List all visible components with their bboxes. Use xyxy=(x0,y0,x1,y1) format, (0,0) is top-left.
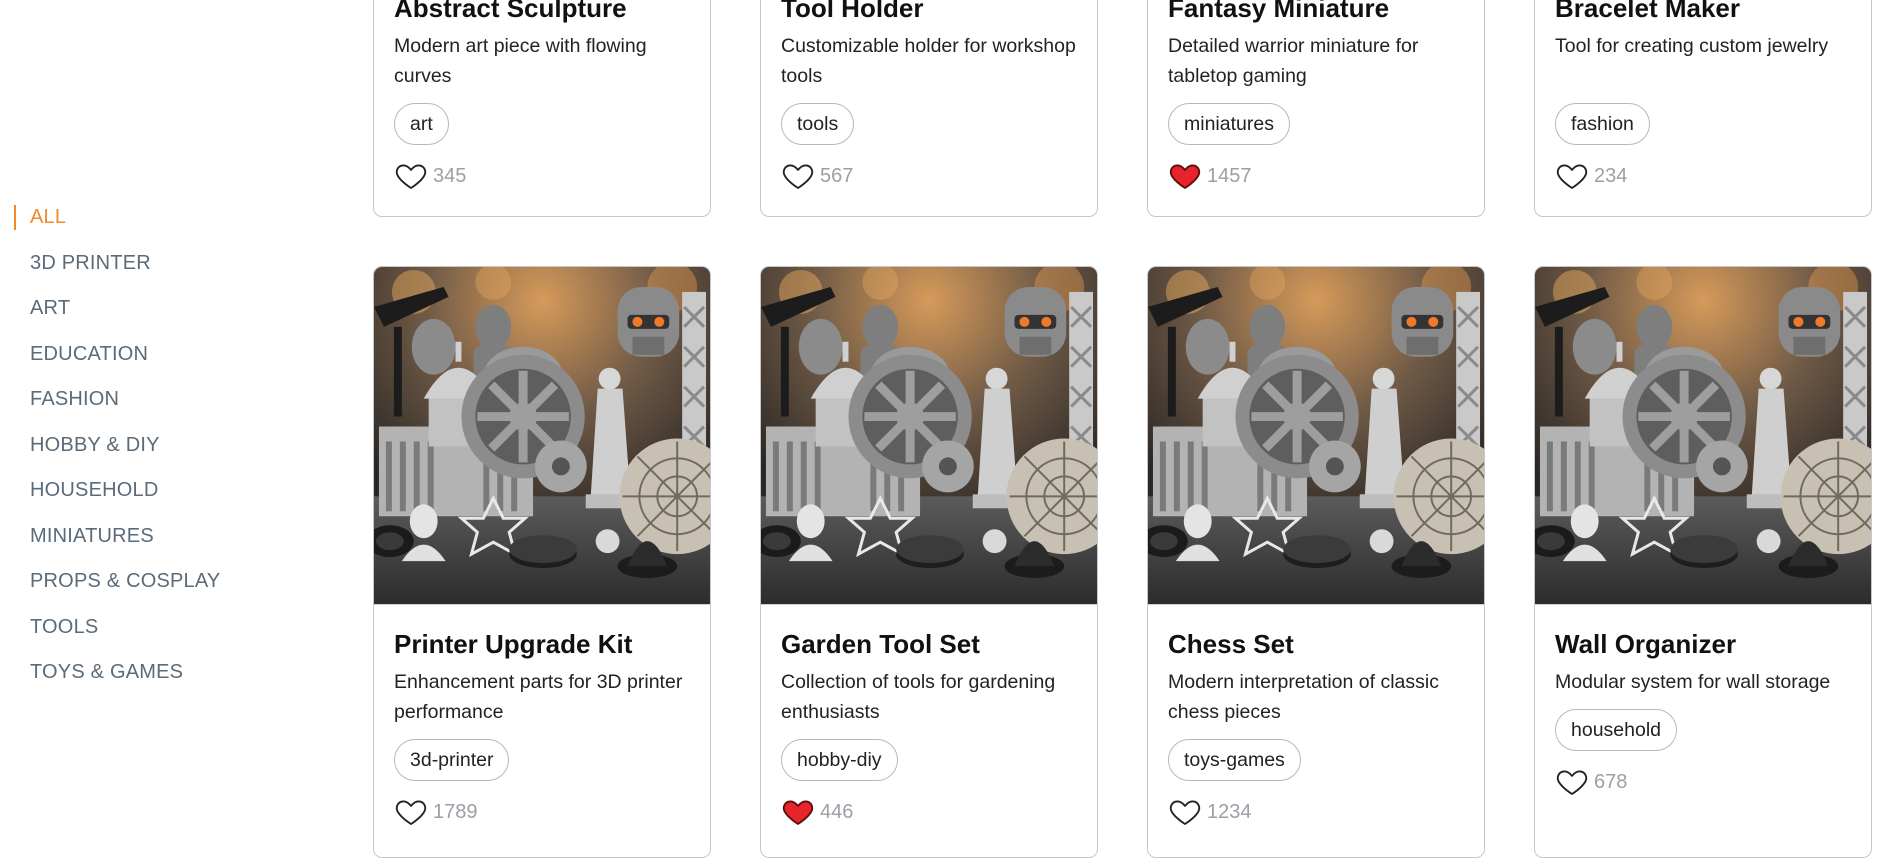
card-description: Enhancement parts for 3D printer perform… xyxy=(394,671,683,723)
heart-icon[interactable] xyxy=(1168,160,1202,192)
card-title[interactable]: Printer Upgrade Kit xyxy=(394,627,690,661)
model-thumbnail[interactable] xyxy=(761,267,1097,605)
model-card[interactable]: Fantasy Miniature Detailed warrior minia… xyxy=(1147,0,1485,217)
category-all[interactable]: ALL xyxy=(0,195,300,241)
like-row: 234 xyxy=(1555,159,1851,193)
card-description: Modern art piece with flowing curves xyxy=(394,35,647,87)
card-description: Tool for creating custom jewelry xyxy=(1555,35,1829,57)
heart-icon[interactable] xyxy=(781,160,815,192)
heart-icon[interactable] xyxy=(1555,160,1589,192)
card-description: Modern interpretation of classic chess p… xyxy=(1168,671,1439,723)
heart-icon[interactable] xyxy=(781,796,815,828)
card-tag[interactable]: 3d-printer xyxy=(394,739,510,781)
card-description: Collection of tools for gardening enthus… xyxy=(781,671,1056,723)
like-count: 1234 xyxy=(1207,800,1252,823)
card-title[interactable]: Abstract Sculpture xyxy=(394,0,690,25)
like-count: 567 xyxy=(820,164,854,187)
category-3d-printer[interactable]: 3D PRINTER xyxy=(0,241,300,287)
category-education[interactable]: EDUCATION xyxy=(0,332,300,378)
card-tag[interactable]: fashion xyxy=(1555,103,1650,145)
category-toys-games[interactable]: TOYS & GAMES xyxy=(0,650,300,696)
model-card[interactable]: Wall Organizer Modular system for wall s… xyxy=(1534,266,1872,858)
card-tag[interactable]: hobby-diy xyxy=(781,739,898,781)
model-card[interactable]: Garden Tool Set Collection of tools for … xyxy=(760,266,1098,858)
like-row: 678 xyxy=(1555,765,1851,799)
model-card[interactable]: Bracelet Maker Tool for creating custom … xyxy=(1534,0,1872,217)
like-row: 1789 xyxy=(394,795,690,829)
like-count: 446 xyxy=(820,800,854,823)
category-sidebar: ALL 3D PRINTER ART EDUCATION FASHION HOB… xyxy=(0,195,300,696)
like-count: 1457 xyxy=(1207,164,1252,187)
like-row: 1457 xyxy=(1168,159,1464,193)
card-description: Customizable holder for workshop tools xyxy=(781,35,1076,87)
card-tag[interactable]: art xyxy=(394,103,449,145)
model-card[interactable]: Printer Upgrade Kit Enhancement parts fo… xyxy=(373,266,711,858)
model-card[interactable]: Chess Set Modern interpretation of class… xyxy=(1147,266,1485,858)
model-card[interactable]: Abstract Sculpture Modern art piece with… xyxy=(373,0,711,217)
heart-icon[interactable] xyxy=(1168,796,1202,828)
card-title[interactable]: Garden Tool Set xyxy=(781,627,1077,661)
category-fashion[interactable]: FASHION xyxy=(0,377,300,423)
category-miniatures[interactable]: MINIATURES xyxy=(0,514,300,560)
like-row: 567 xyxy=(781,159,1077,193)
card-tag[interactable]: household xyxy=(1555,709,1677,751)
card-title[interactable]: Fantasy Miniature xyxy=(1168,0,1464,25)
model-thumbnail[interactable] xyxy=(1535,267,1871,605)
heart-icon[interactable] xyxy=(394,796,428,828)
model-thumbnail[interactable] xyxy=(1148,267,1484,605)
like-count: 234 xyxy=(1594,164,1628,187)
card-description: Modular system for wall storage xyxy=(1555,671,1831,693)
model-card[interactable]: Tool Holder Customizable holder for work… xyxy=(760,0,1098,217)
card-tag[interactable]: toys-games xyxy=(1168,739,1301,781)
heart-icon[interactable] xyxy=(394,160,428,192)
card-title[interactable]: Bracelet Maker xyxy=(1555,0,1851,25)
card-title[interactable]: Chess Set xyxy=(1168,627,1464,661)
card-tag[interactable]: tools xyxy=(781,103,855,145)
like-row: 345 xyxy=(394,159,690,193)
page: ALL 3D PRINTER ART EDUCATION FASHION HOB… xyxy=(0,0,1894,862)
like-row: 1234 xyxy=(1168,795,1464,829)
like-row: 446 xyxy=(781,795,1077,829)
category-household[interactable]: HOUSEHOLD xyxy=(0,468,300,514)
category-tools[interactable]: TOOLS xyxy=(0,605,300,651)
model-thumbnail[interactable] xyxy=(374,267,710,605)
heart-icon[interactable] xyxy=(1555,766,1589,798)
card-description: Detailed warrior miniature for tabletop … xyxy=(1168,35,1419,87)
category-props-cosplay[interactable]: PROPS & COSPLAY xyxy=(0,559,300,605)
category-art[interactable]: ART xyxy=(0,286,300,332)
card-title[interactable]: Wall Organizer xyxy=(1555,627,1851,661)
card-tag[interactable]: miniatures xyxy=(1168,103,1290,145)
like-count: 1789 xyxy=(433,800,478,823)
like-count: 678 xyxy=(1594,770,1628,793)
card-title[interactable]: Tool Holder xyxy=(781,0,1077,25)
category-hobby-diy[interactable]: HOBBY & DIY xyxy=(0,423,300,469)
like-count: 345 xyxy=(433,164,467,187)
